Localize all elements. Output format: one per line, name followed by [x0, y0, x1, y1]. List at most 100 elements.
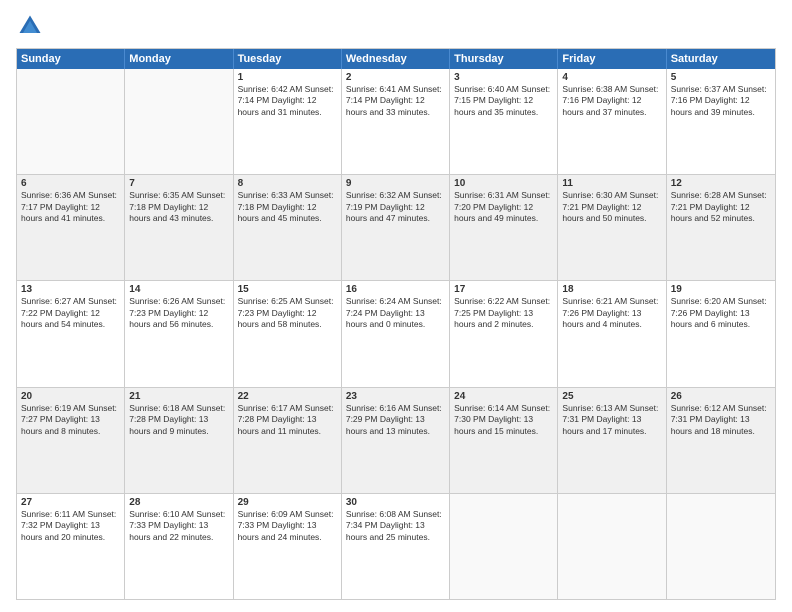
calendar-cell: 3Sunrise: 6:40 AM Sunset: 7:15 PM Daylig… [450, 69, 558, 174]
calendar-cell: 30Sunrise: 6:08 AM Sunset: 7:34 PM Dayli… [342, 494, 450, 599]
calendar-cell [558, 494, 666, 599]
calendar-cell: 22Sunrise: 6:17 AM Sunset: 7:28 PM Dayli… [234, 388, 342, 493]
day-info: Sunrise: 6:40 AM Sunset: 7:15 PM Dayligh… [454, 84, 553, 118]
calendar-cell: 23Sunrise: 6:16 AM Sunset: 7:29 PM Dayli… [342, 388, 450, 493]
day-number: 27 [21, 497, 120, 508]
day-number: 21 [129, 391, 228, 402]
calendar-row: 20Sunrise: 6:19 AM Sunset: 7:27 PM Dayli… [17, 387, 775, 493]
day-number: 11 [562, 178, 661, 189]
calendar-header-row: SundayMondayTuesdayWednesdayThursdayFrid… [17, 49, 775, 69]
day-info: Sunrise: 6:18 AM Sunset: 7:28 PM Dayligh… [129, 403, 228, 437]
day-info: Sunrise: 6:35 AM Sunset: 7:18 PM Dayligh… [129, 190, 228, 224]
day-info: Sunrise: 6:21 AM Sunset: 7:26 PM Dayligh… [562, 296, 661, 330]
day-number: 12 [671, 178, 771, 189]
day-number: 4 [562, 72, 661, 83]
day-info: Sunrise: 6:20 AM Sunset: 7:26 PM Dayligh… [671, 296, 771, 330]
calendar-row: 6Sunrise: 6:36 AM Sunset: 7:17 PM Daylig… [17, 174, 775, 280]
calendar-cell: 28Sunrise: 6:10 AM Sunset: 7:33 PM Dayli… [125, 494, 233, 599]
day-info: Sunrise: 6:10 AM Sunset: 7:33 PM Dayligh… [129, 509, 228, 543]
calendar-cell: 14Sunrise: 6:26 AM Sunset: 7:23 PM Dayli… [125, 281, 233, 386]
calendar-header-cell: Wednesday [342, 49, 450, 69]
day-number: 13 [21, 284, 120, 295]
calendar-cell: 24Sunrise: 6:14 AM Sunset: 7:30 PM Dayli… [450, 388, 558, 493]
calendar-cell: 5Sunrise: 6:37 AM Sunset: 7:16 PM Daylig… [667, 69, 775, 174]
calendar-row: 13Sunrise: 6:27 AM Sunset: 7:22 PM Dayli… [17, 280, 775, 386]
day-info: Sunrise: 6:09 AM Sunset: 7:33 PM Dayligh… [238, 509, 337, 543]
calendar-header-cell: Saturday [667, 49, 775, 69]
calendar-cell: 4Sunrise: 6:38 AM Sunset: 7:16 PM Daylig… [558, 69, 666, 174]
day-info: Sunrise: 6:31 AM Sunset: 7:20 PM Dayligh… [454, 190, 553, 224]
calendar-cell: 17Sunrise: 6:22 AM Sunset: 7:25 PM Dayli… [450, 281, 558, 386]
calendar-cell: 16Sunrise: 6:24 AM Sunset: 7:24 PM Dayli… [342, 281, 450, 386]
calendar-cell: 27Sunrise: 6:11 AM Sunset: 7:32 PM Dayli… [17, 494, 125, 599]
calendar-header-cell: Thursday [450, 49, 558, 69]
calendar-cell: 20Sunrise: 6:19 AM Sunset: 7:27 PM Dayli… [17, 388, 125, 493]
calendar-cell: 19Sunrise: 6:20 AM Sunset: 7:26 PM Dayli… [667, 281, 775, 386]
day-number: 18 [562, 284, 661, 295]
calendar-cell: 1Sunrise: 6:42 AM Sunset: 7:14 PM Daylig… [234, 69, 342, 174]
day-number: 19 [671, 284, 771, 295]
logo-icon [16, 12, 44, 40]
day-number: 1 [238, 72, 337, 83]
day-info: Sunrise: 6:24 AM Sunset: 7:24 PM Dayligh… [346, 296, 445, 330]
calendar-header-cell: Tuesday [234, 49, 342, 69]
calendar-cell: 25Sunrise: 6:13 AM Sunset: 7:31 PM Dayli… [558, 388, 666, 493]
day-number: 28 [129, 497, 228, 508]
day-number: 17 [454, 284, 553, 295]
day-info: Sunrise: 6:38 AM Sunset: 7:16 PM Dayligh… [562, 84, 661, 118]
calendar-cell: 10Sunrise: 6:31 AM Sunset: 7:20 PM Dayli… [450, 175, 558, 280]
day-info: Sunrise: 6:19 AM Sunset: 7:27 PM Dayligh… [21, 403, 120, 437]
calendar-header-cell: Friday [558, 49, 666, 69]
calendar-cell: 11Sunrise: 6:30 AM Sunset: 7:21 PM Dayli… [558, 175, 666, 280]
day-info: Sunrise: 6:37 AM Sunset: 7:16 PM Dayligh… [671, 84, 771, 118]
day-info: Sunrise: 6:28 AM Sunset: 7:21 PM Dayligh… [671, 190, 771, 224]
calendar-cell: 7Sunrise: 6:35 AM Sunset: 7:18 PM Daylig… [125, 175, 233, 280]
day-info: Sunrise: 6:12 AM Sunset: 7:31 PM Dayligh… [671, 403, 771, 437]
calendar-row: 27Sunrise: 6:11 AM Sunset: 7:32 PM Dayli… [17, 493, 775, 599]
calendar-body: 1Sunrise: 6:42 AM Sunset: 7:14 PM Daylig… [17, 69, 775, 599]
calendar-cell [667, 494, 775, 599]
day-info: Sunrise: 6:42 AM Sunset: 7:14 PM Dayligh… [238, 84, 337, 118]
day-number: 26 [671, 391, 771, 402]
page: SundayMondayTuesdayWednesdayThursdayFrid… [0, 0, 792, 612]
calendar-cell: 6Sunrise: 6:36 AM Sunset: 7:17 PM Daylig… [17, 175, 125, 280]
day-info: Sunrise: 6:27 AM Sunset: 7:22 PM Dayligh… [21, 296, 120, 330]
day-number: 30 [346, 497, 445, 508]
day-info: Sunrise: 6:25 AM Sunset: 7:23 PM Dayligh… [238, 296, 337, 330]
calendar-row: 1Sunrise: 6:42 AM Sunset: 7:14 PM Daylig… [17, 69, 775, 174]
day-info: Sunrise: 6:11 AM Sunset: 7:32 PM Dayligh… [21, 509, 120, 543]
calendar-cell: 13Sunrise: 6:27 AM Sunset: 7:22 PM Dayli… [17, 281, 125, 386]
calendar: SundayMondayTuesdayWednesdayThursdayFrid… [16, 48, 776, 600]
day-info: Sunrise: 6:36 AM Sunset: 7:17 PM Dayligh… [21, 190, 120, 224]
day-info: Sunrise: 6:08 AM Sunset: 7:34 PM Dayligh… [346, 509, 445, 543]
day-info: Sunrise: 6:41 AM Sunset: 7:14 PM Dayligh… [346, 84, 445, 118]
calendar-cell: 2Sunrise: 6:41 AM Sunset: 7:14 PM Daylig… [342, 69, 450, 174]
day-info: Sunrise: 6:32 AM Sunset: 7:19 PM Dayligh… [346, 190, 445, 224]
calendar-cell: 8Sunrise: 6:33 AM Sunset: 7:18 PM Daylig… [234, 175, 342, 280]
calendar-cell: 18Sunrise: 6:21 AM Sunset: 7:26 PM Dayli… [558, 281, 666, 386]
day-info: Sunrise: 6:26 AM Sunset: 7:23 PM Dayligh… [129, 296, 228, 330]
day-number: 16 [346, 284, 445, 295]
calendar-cell [17, 69, 125, 174]
header [16, 12, 776, 40]
day-number: 22 [238, 391, 337, 402]
day-number: 23 [346, 391, 445, 402]
calendar-header-cell: Monday [125, 49, 233, 69]
day-number: 3 [454, 72, 553, 83]
calendar-cell: 26Sunrise: 6:12 AM Sunset: 7:31 PM Dayli… [667, 388, 775, 493]
day-number: 5 [671, 72, 771, 83]
day-number: 9 [346, 178, 445, 189]
day-number: 2 [346, 72, 445, 83]
day-info: Sunrise: 6:16 AM Sunset: 7:29 PM Dayligh… [346, 403, 445, 437]
day-number: 29 [238, 497, 337, 508]
day-number: 8 [238, 178, 337, 189]
calendar-cell: 29Sunrise: 6:09 AM Sunset: 7:33 PM Dayli… [234, 494, 342, 599]
day-number: 20 [21, 391, 120, 402]
calendar-cell: 15Sunrise: 6:25 AM Sunset: 7:23 PM Dayli… [234, 281, 342, 386]
day-info: Sunrise: 6:17 AM Sunset: 7:28 PM Dayligh… [238, 403, 337, 437]
day-number: 10 [454, 178, 553, 189]
day-info: Sunrise: 6:13 AM Sunset: 7:31 PM Dayligh… [562, 403, 661, 437]
day-number: 6 [21, 178, 120, 189]
calendar-cell: 9Sunrise: 6:32 AM Sunset: 7:19 PM Daylig… [342, 175, 450, 280]
day-number: 25 [562, 391, 661, 402]
